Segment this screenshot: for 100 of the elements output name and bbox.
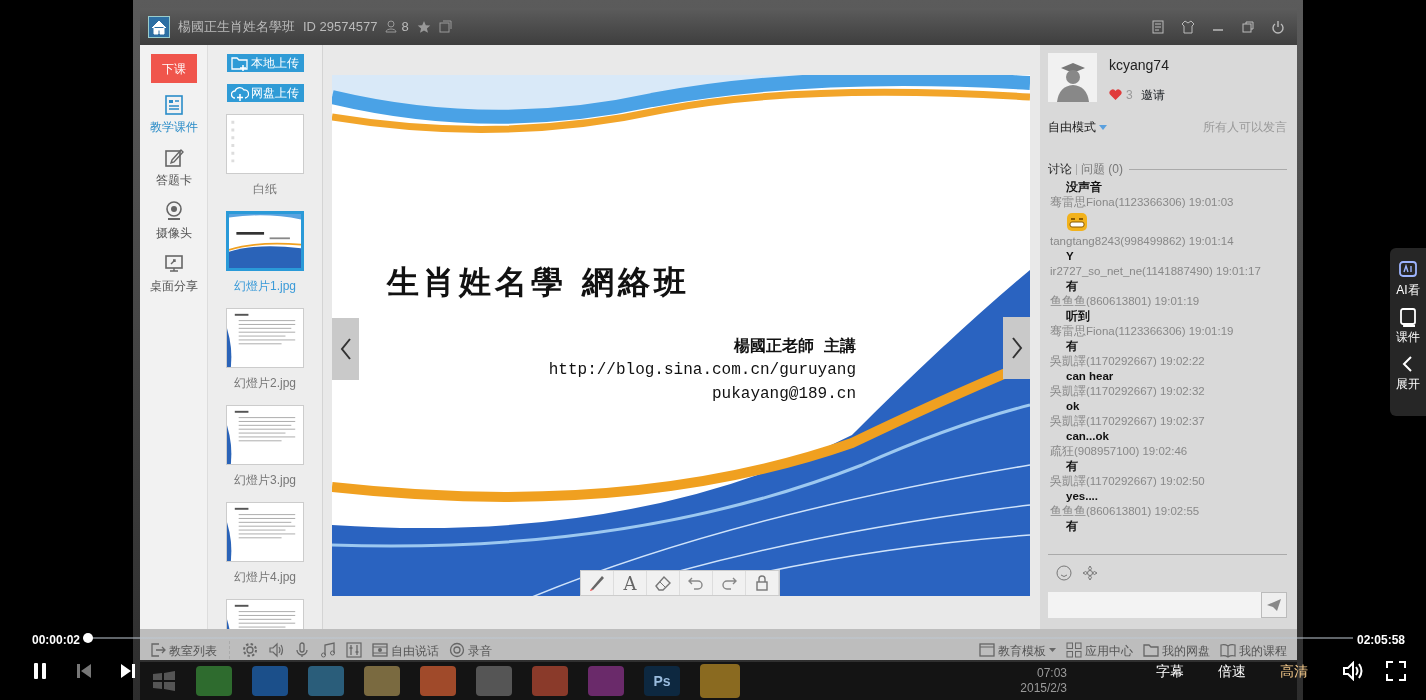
message-text: 有 [1066, 519, 1078, 534]
share-icon[interactable] [438, 20, 452, 33]
clock-time: 07:03 [1036, 666, 1067, 681]
settings-icon[interactable] [242, 642, 258, 658]
classroom-list-button[interactable]: 教室列表 [150, 642, 217, 659]
speaker-icon[interactable] [268, 642, 284, 658]
previous-slide-button[interactable] [332, 318, 359, 380]
window-title: 楊國正生肖姓名學班 [178, 17, 295, 36]
pause-button[interactable] [32, 661, 48, 681]
player-option[interactable]: 倍速 [1218, 660, 1246, 682]
side-panel-button[interactable]: 课件 [1396, 307, 1420, 346]
nav-item[interactable]: 桌面分享 [149, 254, 198, 295]
nav-item[interactable]: 摄像头 [155, 201, 192, 242]
film-icon [372, 642, 388, 658]
chevron-left-icon [339, 338, 352, 360]
pen-icon [588, 574, 606, 592]
message-text: can hear [1066, 369, 1114, 384]
shirt-icon[interactable] [1181, 19, 1195, 34]
record-icon [449, 642, 465, 658]
home-icon [148, 15, 170, 38]
slide-thumbnail[interactable] [226, 405, 304, 465]
room-id: ID 29574577 [303, 17, 378, 36]
window-icon [979, 642, 995, 658]
fullscreen-icon [1386, 661, 1406, 681]
pause-icon [32, 661, 48, 681]
music-note-icon[interactable] [320, 642, 336, 658]
slide-title: 生肖姓名學 網絡班 [387, 262, 691, 303]
presenter-line: 楊國正老師 主講 [734, 336, 856, 357]
microphone-icon[interactable] [294, 642, 310, 658]
username: kcyang74 [1109, 56, 1169, 75]
message-meta: 鱼鱼鱼(860613801) 19:02:55 [1050, 504, 1201, 519]
heart-icon [1109, 89, 1122, 101]
next-slide-button[interactable] [1003, 317, 1030, 379]
message-meta: 吳凱譯(1170292667) 19:02:50 [1050, 474, 1206, 489]
grid-icon [1066, 642, 1082, 658]
toolbar-button[interactable]: 录音 [449, 642, 492, 659]
slide-label: 白纸 [253, 181, 277, 198]
mode-dropdown[interactable]: 自由模式 [1048, 120, 1107, 134]
previous-button[interactable] [76, 661, 92, 681]
exit-icon [150, 642, 166, 658]
slide-thumbnail[interactable] [226, 502, 304, 562]
ai-icon [1398, 260, 1418, 280]
message-text: 没声音 [1066, 180, 1102, 195]
toolbar-button[interactable]: 自由说话 [372, 642, 439, 659]
progress-thumb[interactable] [83, 633, 94, 643]
message-input[interactable] [1048, 592, 1261, 618]
person-icon [385, 20, 398, 33]
message-text: can...ok [1066, 429, 1109, 444]
invite-link[interactable]: 邀请 [1140, 86, 1165, 104]
slide-thumbnail[interactable] [226, 114, 304, 174]
member-count: 8 [401, 17, 409, 36]
monitor-icon [163, 254, 184, 274]
volume-button[interactable] [1342, 661, 1364, 681]
player-option[interactable]: 字幕 [1156, 660, 1184, 682]
folder-plus-icon [231, 54, 249, 72]
message-meta: 吳凱譯(1170292667) 19:02:37 [1050, 414, 1206, 429]
total-duration: 02:05:58 [1357, 632, 1406, 649]
message-meta: tangtang8243(998499862) 19:01:14 [1050, 234, 1235, 249]
message-text: 有 [1066, 339, 1078, 354]
message-meta: 鱼鱼鱼(860613801) 19:01:19 [1050, 294, 1201, 309]
emoji-icon[interactable] [1056, 565, 1074, 582]
chat-tab[interactable]: 讨论 [1048, 162, 1072, 176]
toolbar-button[interactable]: 我的网盘 [1143, 642, 1210, 659]
message-text: yes.... [1066, 489, 1098, 504]
toolbar-button[interactable]: 应用中心 [1066, 642, 1133, 659]
edit-note-icon [163, 148, 184, 168]
flower-icon[interactable] [1082, 565, 1098, 581]
previous-icon [76, 661, 92, 681]
sliders-icon[interactable] [346, 642, 362, 658]
grinning-emoji-icon [1066, 211, 1088, 233]
send-button[interactable] [1261, 592, 1287, 618]
message-text: 有 [1066, 459, 1078, 474]
slide-label: 幻燈片2.jpg [234, 375, 296, 392]
message-meta: ir2727_so_net_ne(1141887490) 19:01:17 [1050, 264, 1262, 279]
email-text: pukayang@189.cn [711, 385, 856, 403]
power-icon[interactable] [1271, 19, 1285, 34]
expand-button[interactable]: 展开 [1396, 354, 1420, 393]
four-pane-icon[interactable] [152, 670, 176, 692]
player-option[interactable]: 高清 [1280, 660, 1308, 682]
toolbar-button[interactable]: 教育模板 [979, 642, 1056, 659]
caret-icon [1099, 124, 1107, 130]
elapsed-time: 00:00:02 [32, 632, 81, 649]
nav-item[interactable]: 答题卡 [155, 148, 192, 189]
message-text: 有 [1066, 279, 1078, 294]
star-icon[interactable] [416, 19, 431, 34]
lock-icon [753, 574, 771, 592]
side-panel-button[interactable]: AI看 [1396, 260, 1420, 299]
nav-item[interactable]: 教学课件 [149, 95, 198, 136]
slide-thumbnail[interactable] [226, 211, 304, 271]
message-text: ok [1066, 399, 1080, 414]
toolbar-button[interactable]: 我的课程 [1220, 642, 1287, 659]
message-meta: 吳凱譯(1170292667) 19:02:32 [1050, 384, 1206, 399]
slide-thumbnail[interactable] [226, 308, 304, 368]
restore-icon[interactable] [1241, 19, 1255, 34]
taskbar-app-icon[interactable]: Ps [644, 666, 680, 696]
fullscreen-button[interactable] [1386, 661, 1406, 681]
text-tool-button[interactable]: A [614, 571, 647, 595]
document-icon[interactable] [1151, 19, 1165, 34]
message-meta: 骞雷思Fiona(1123366306) 19:01:03 [1050, 195, 1235, 210]
next-button[interactable] [120, 661, 136, 681]
